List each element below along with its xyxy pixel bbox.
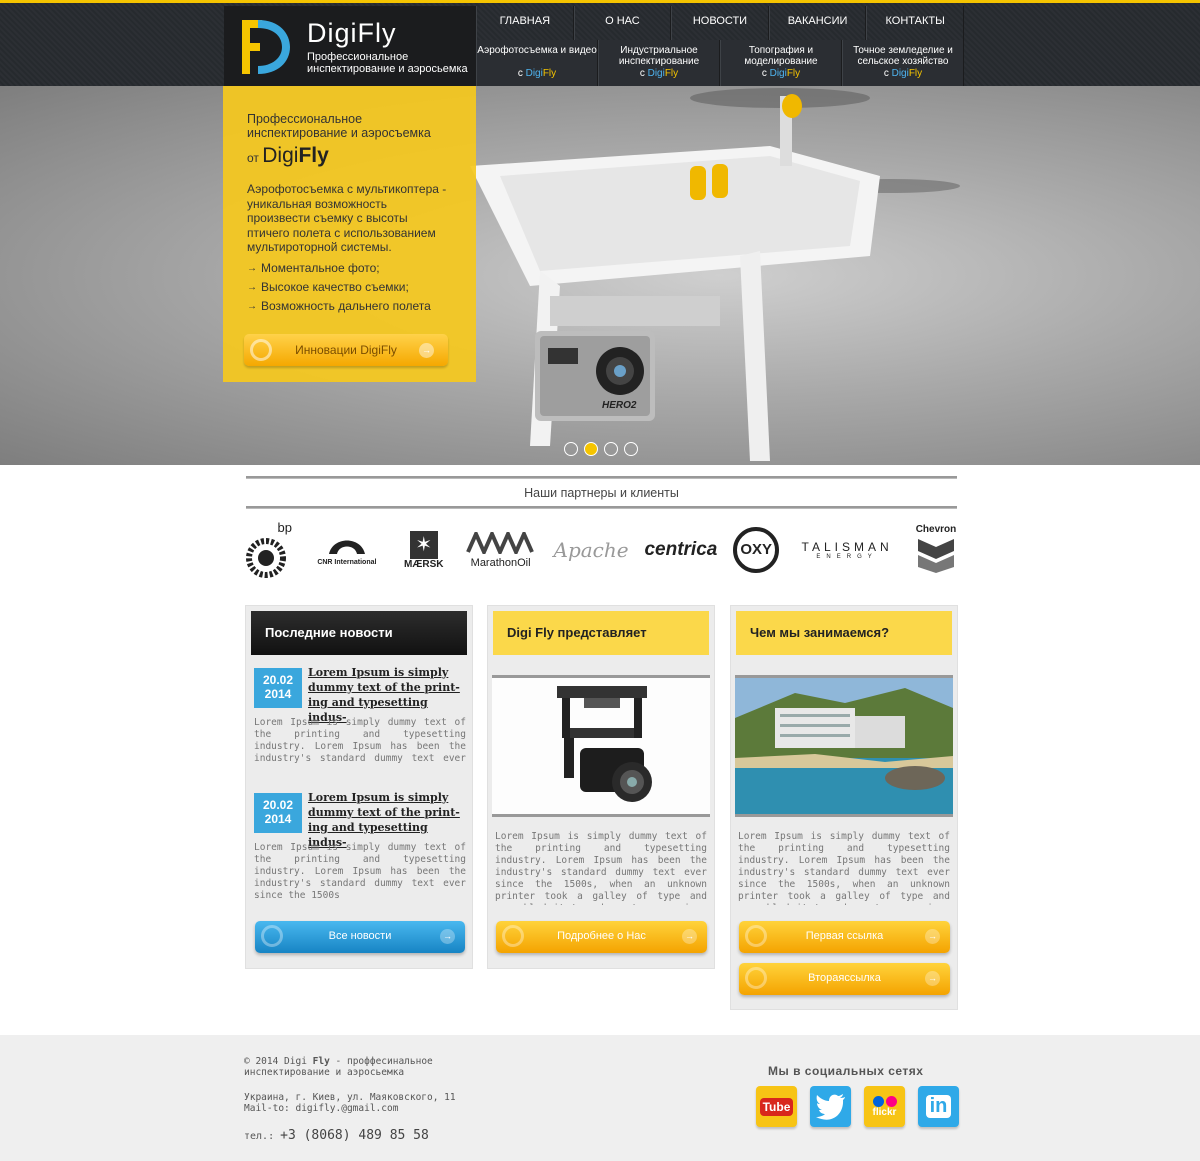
partner-logo-chevron[interactable]: Chevron — [915, 524, 957, 576]
site-header: DigiFly Профессиональное инспектирование… — [0, 0, 1200, 89]
what-column: Чем мы занимаемся? Lorem Ipsum is simply… — [730, 605, 958, 1010]
hero-features: Моментальное фото; Высокое качество съем… — [247, 259, 452, 316]
present-heading: Digi Fly представляет — [493, 611, 709, 655]
partner-logo-maersk[interactable]: ✶ MÆRSK — [400, 530, 448, 570]
partner-logo-oxy[interactable]: OXY — [733, 527, 780, 573]
partner-logo-talisman[interactable]: TALISMAN ENERGY — [795, 540, 899, 560]
first-link-button[interactable]: Первая ссылка → — [739, 921, 950, 953]
news-column: Последние новости 20.02 2014 Lorem Ipsum … — [245, 605, 473, 969]
partner-logo-cnr[interactable]: CNR International — [310, 534, 384, 566]
logo-tagline: Профессиональное инспектирование и аэрос… — [307, 51, 468, 75]
digifly-logo-icon — [745, 925, 767, 947]
social-icons: Tube flickr in — [756, 1086, 959, 1127]
drone-image: HERO2 — [470, 88, 960, 461]
site-footer: © 2014 Digi Fly - проффесинальное инспек… — [0, 1035, 1200, 1161]
present-body: Lorem Ipsum is simply dummy text of the … — [495, 831, 707, 905]
nav-item-contacts[interactable]: КОНТАКТЫ — [866, 6, 964, 40]
hero-text: Аэрофотосъемка с мультикоптера - уникаль… — [247, 182, 447, 254]
copyright: © 2014 Digi Fly - проффесинальное инспек… — [244, 1056, 433, 1078]
address: Украина, г. Киев, ул. Маяковского, 11 Ma… — [244, 1092, 456, 1114]
partner-logo-marathon[interactable]: MarathonOil — [464, 528, 538, 569]
digifly-logo-icon — [502, 925, 524, 947]
news-title-link[interactable]: Lorem Ipsum is simply dummy text of the … — [308, 665, 470, 725]
news-item: 20.02 2014 Lorem Ipsum is simply dummy te… — [252, 791, 466, 918]
second-link-button[interactable]: Втораяссылка → — [739, 963, 950, 995]
slider-dot-1[interactable] — [564, 442, 578, 456]
arrow-right-icon: → — [925, 971, 940, 986]
partners-title: Наши партнеры и клиенты — [524, 486, 679, 500]
hero-slider: HERO2 Профессиональное инспектирование и… — [0, 86, 1200, 465]
slider-dots — [564, 442, 638, 456]
arrow-right-icon: → — [925, 929, 940, 944]
flickr-icon[interactable]: flickr — [864, 1086, 905, 1127]
partner-logos: bp CNR International ✶ MÆRSK MarathonOil… — [246, 520, 957, 580]
service-item-topography[interactable]: Топография и моделирование с DigiFly — [720, 40, 842, 87]
service-item-agriculture[interactable]: Точное земледелие и сельское хозяйство с… — [842, 40, 964, 87]
nav-item-home[interactable]: ГЛАВНАЯ — [476, 6, 574, 40]
service-brand: с DigiFly — [883, 68, 923, 79]
service-label: Индустриальное инспектирование — [618, 45, 700, 67]
news-title-link[interactable]: Lorem Ipsum is simply dummy text of the … — [308, 790, 470, 850]
mail-link[interactable]: Mail-to: digifly.@gmail.com — [244, 1103, 456, 1114]
partner-logo-centrica[interactable]: centrica — [644, 539, 717, 561]
service-label: Точное земледелие и сельское хозяйство — [853, 45, 953, 67]
arrow-right-icon: → — [419, 343, 434, 358]
service-label: Аэрофотосъемка и видео — [477, 45, 597, 56]
coast-building-image — [735, 675, 953, 817]
arrow-right-icon: → — [440, 929, 455, 944]
service-brand: с DigiFly — [639, 68, 679, 79]
slider-dot-3[interactable] — [604, 442, 618, 456]
twitter-icon[interactable] — [810, 1086, 851, 1127]
nav-item-news[interactable]: НОВОСТИ — [671, 6, 769, 40]
service-label: Топография и моделирование — [744, 45, 818, 67]
camera-gimbal-image — [492, 675, 710, 817]
partner-logo-bp[interactable]: bp — [246, 520, 294, 580]
feature-item: Высокое качество съемки; — [247, 278, 452, 297]
phone: тел.: +3 (8068) 489 85 58 — [244, 1128, 429, 1143]
hero-title: Профессиональное инспектирование и аэрос… — [247, 112, 431, 140]
service-item-aerial[interactable]: Аэрофотосъемка и видео с DigiFly — [476, 40, 598, 87]
nav-item-vacancies[interactable]: ВАКАНСИИ — [768, 6, 867, 40]
feature-item: Возможность дальнего полета — [247, 297, 452, 316]
service-brand: с DigiFly — [761, 68, 801, 79]
slider-dot-4[interactable] — [624, 442, 638, 456]
service-brand: с DigiFly — [517, 68, 557, 79]
divider — [246, 506, 957, 509]
logo-name: DigiFly — [307, 18, 397, 48]
slider-dot-2[interactable] — [584, 442, 598, 456]
news-body: Lorem Ipsum is simply dummy text of the … — [254, 842, 466, 901]
all-news-button[interactable]: Все новости → — [255, 921, 465, 953]
news-item: 20.02 2014 Lorem Ipsum is simply dummy te… — [252, 666, 466, 793]
divider — [246, 476, 957, 479]
digifly-logo-icon — [261, 925, 283, 947]
main-nav: ГЛАВНАЯ О НАС НОВОСТИ ВАКАНСИИ КОНТАКТЫ — [476, 6, 964, 40]
linkedin-icon[interactable]: in — [918, 1086, 959, 1127]
nav-item-about[interactable]: О НАС — [573, 6, 672, 40]
news-date: 20.02 2014 — [254, 793, 302, 833]
present-column: Digi Fly представляет Lorem Ipsum is sim… — [487, 605, 715, 969]
logo[interactable]: DigiFly Профессиональное инспектирование… — [224, 6, 476, 89]
what-body: Lorem Ipsum is simply dummy text of the … — [738, 831, 950, 905]
news-body: Lorem Ipsum is simply dummy text of the … — [254, 717, 466, 764]
more-about-button[interactable]: Подробнее о Нас → — [496, 921, 707, 953]
digifly-logo-icon — [250, 339, 272, 361]
service-item-industrial[interactable]: Индустриальное инспектирование с DigiFly — [598, 40, 720, 87]
feature-item: Моментальное фото; — [247, 259, 452, 278]
hero-by: от DigiFly — [247, 144, 329, 167]
news-heading: Последние новости — [251, 611, 467, 655]
digifly-logo-icon — [745, 967, 767, 989]
social-title: Мы в социальных сетях — [768, 1064, 924, 1078]
news-date: 20.02 2014 — [254, 668, 302, 708]
innovations-button[interactable]: Инновации DigiFly → — [244, 334, 448, 366]
what-heading: Чем мы занимаемся? — [736, 611, 952, 655]
services-nav: Аэрофотосъемка и видео с DigiFly Индустр… — [476, 40, 964, 89]
arrow-right-icon: → — [682, 929, 697, 944]
camera-label: HERO2 — [602, 400, 637, 411]
digifly-logo-icon — [242, 20, 290, 74]
youtube-icon[interactable]: Tube — [756, 1086, 797, 1127]
partner-logo-apache[interactable]: Apache — [554, 538, 629, 562]
